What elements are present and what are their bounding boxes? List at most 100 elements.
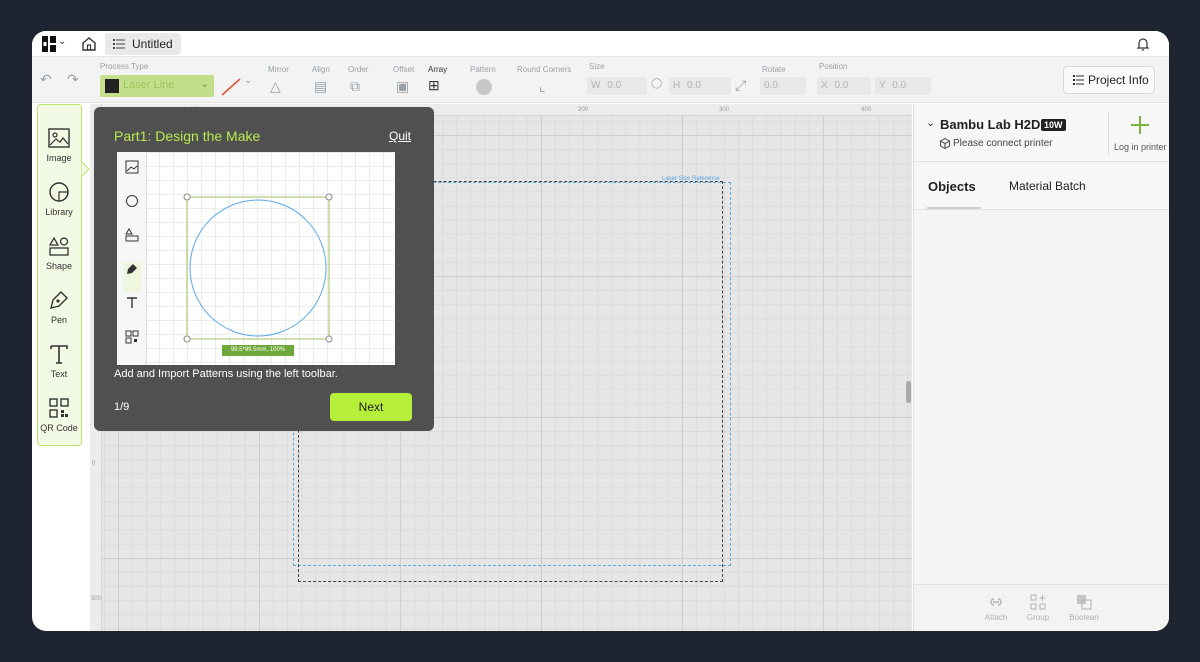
round-corners-icon[interactable]: ⌞ [539,78,546,95]
document-tab[interactable]: Untitled [105,33,181,55]
preview-text-tool [123,296,141,326]
pointer-arrow-icon [81,161,89,177]
boolean-button[interactable]: Boolean [1064,594,1104,622]
round-corners-label: Round Corners [517,65,572,74]
next-button[interactable]: Next [330,393,412,421]
sidebar-item-qr-code[interactable]: QR Code [38,391,80,441]
preview-image-tool [123,160,141,190]
list-icon [113,39,125,49]
sidebar-item-pen[interactable]: Pen [38,283,80,333]
tutorial-popup: Part1: Design the Make Quit 99.5*99.5mm,… [94,107,434,431]
attach-label: Attach [984,613,1008,622]
app-window: ⌄ Untitled ↶ ↷ Process Type Laser Line ⌄ [32,31,1169,631]
preview-toolbar [117,152,147,365]
boolean-label: Boolean [1069,613,1099,622]
offset-label: Offset [393,65,415,74]
printer-selector[interactable]: ⌄ Bambu Lab H2D 10W Please connect print… [914,104,1169,162]
group-button[interactable]: Group [1018,594,1058,622]
sidebar-item-shape[interactable]: Shape [38,229,80,279]
tutorial-preview-image: 99.5*99.5mm, 100% [117,152,395,365]
plus-icon[interactable] [1129,114,1151,136]
toolbar: ↶ ↷ Process Type Laser Line ⌄ ⌄ Mirror △… [32,57,1169,103]
undo-icon[interactable]: ↶ [40,71,52,88]
group-label: Group [1026,613,1050,622]
lock-ratio-icon[interactable]: ◯ [651,78,662,89]
library-icon [49,182,69,202]
align-icon[interactable]: ▤ [314,78,327,95]
position-label: Position [819,62,848,71]
width-prefix: W [591,80,601,91]
y-field[interactable]: Y 0.0 [875,77,931,95]
mirror-label: Mirror [268,65,289,74]
height-value: 0.0 [687,80,701,91]
process-type-value: Laser Line [123,79,175,91]
preview-qr-tool [123,330,141,360]
cube-icon [940,138,950,149]
shape-icon [125,228,139,242]
app-logo-icon[interactable] [42,36,56,52]
chevron-down-icon[interactable]: ⌄ [58,36,66,47]
offset-icon[interactable]: ▣ [396,78,409,95]
x-value: 0.0 [834,80,849,91]
sidebar-item-label: Pen [50,315,67,325]
sidebar-item-label: Library [45,207,73,217]
tutorial-description: Add and Import Patterns using the left t… [114,368,338,380]
laser-reference-label: Laser Size Reference [662,176,720,182]
sidebar-item-label: QR Code [40,423,78,433]
chevron-down-icon[interactable]: ⌄ [244,75,252,86]
group-icon [1030,594,1046,610]
ruler-tick-label: 400 [861,107,872,113]
ruler-tick-label: 200 [578,107,589,113]
text-icon [127,297,137,308]
right-panel: ⌄ Bambu Lab H2D 10W Please connect print… [913,104,1169,631]
chevron-down-icon[interactable]: ⌄ [926,116,935,129]
x-prefix: X [821,80,828,91]
panel-resize-handle[interactable] [906,381,911,403]
sidebar-item-label: Text [50,369,68,379]
pen-icon [50,291,68,309]
height-field[interactable]: H 0.0 [669,77,731,95]
line-color-icon[interactable] [220,77,242,97]
bell-icon[interactable] [1135,36,1151,52]
project-info-button[interactable]: Project Info [1063,66,1155,94]
quit-link[interactable]: Quit [389,129,411,143]
attach-button[interactable]: Attach [976,594,1016,622]
order-icon[interactable]: ⧉ [350,78,360,95]
pattern-label: Pattern [470,65,496,74]
sidebar-item-text[interactable]: Text [38,337,80,387]
preview-circle-shape [183,193,333,343]
process-type-select[interactable]: Laser Line ⌄ [100,75,214,97]
tab-objects[interactable]: Objects [928,179,976,194]
sidebar-item-library[interactable]: Library [38,175,80,225]
login-printer-label[interactable]: Log in printer [1114,142,1167,152]
order-label: Order [348,65,369,74]
fit-size-icon[interactable]: ⤢ [735,77,746,94]
array-icon[interactable]: ⊞ [428,77,440,94]
library-icon [126,195,138,207]
laser-power-badge: 10W [1041,119,1066,131]
connect-status-text: Please connect printer [953,138,1053,149]
rotate-field[interactable]: 0.0 [760,77,806,95]
panel-tabs: Objects Material Batch [914,164,1169,210]
x-field[interactable]: X 0.0 [817,77,871,95]
pattern-icon[interactable] [476,79,492,95]
tab-material-batch[interactable]: Material Batch [1009,179,1086,193]
text-icon [50,345,68,364]
process-type-label: Process Type [100,62,149,71]
align-label: Align [312,65,330,74]
image-icon [125,160,139,174]
ruler-tick-label: 300 [91,596,102,602]
y-prefix: Y [879,80,886,91]
home-icon[interactable] [80,35,98,53]
mirror-icon[interactable]: △ [270,78,281,95]
tutorial-title: Part1: Design the Make [114,128,261,144]
width-value: 0.0 [607,80,622,91]
width-field[interactable]: W 0.0 [587,77,647,95]
chevron-down-icon: ⌄ [200,78,210,90]
tutorial-step-counter: 1/9 [114,401,130,413]
height-prefix: H [673,80,681,91]
redo-icon[interactable]: ↷ [67,71,79,88]
shape-icon [48,236,69,256]
qr-code-icon [49,398,69,418]
sidebar-item-image[interactable]: Image [38,121,80,171]
